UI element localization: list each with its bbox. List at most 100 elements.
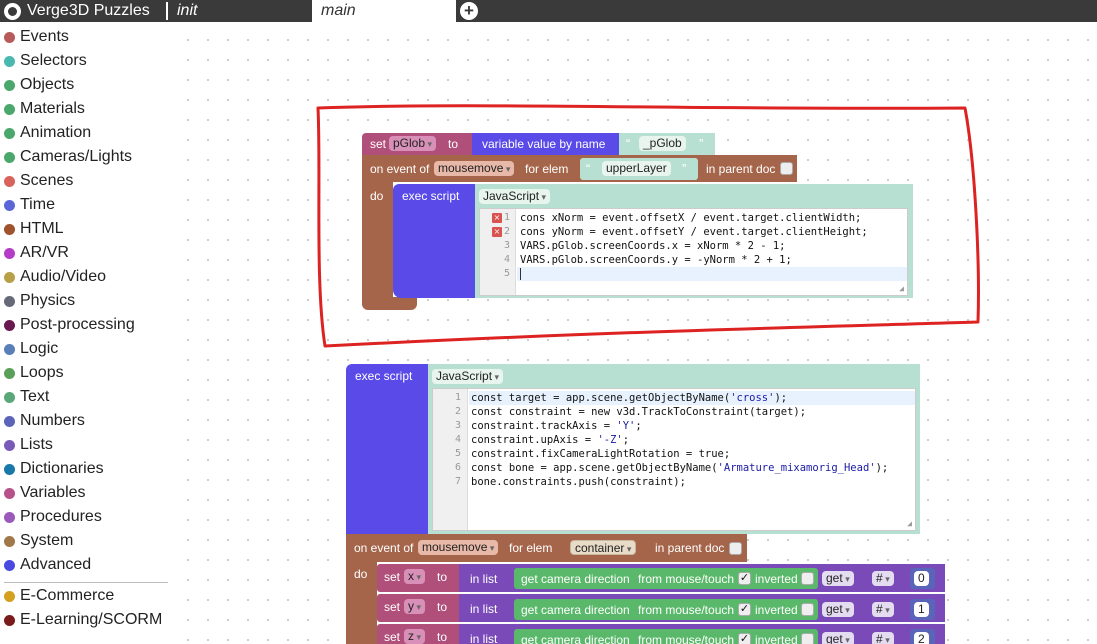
error-icon[interactable]: ×	[491, 213, 502, 223]
extra-checkbox[interactable]	[801, 633, 814, 644]
in-parent-doc-checkbox[interactable]	[780, 162, 793, 175]
category-variables[interactable]: Variables	[4, 482, 86, 504]
code-editor[interactable]: 1 2 3 4 5 6 7 const target = app.scene.g…	[432, 388, 916, 531]
event-dropdown[interactable]: mousemove	[418, 540, 499, 555]
code-line: constraint.upAxis = '-Z';	[471, 433, 629, 447]
get-mode-dropdown[interactable]: get	[822, 632, 854, 644]
variable-dropdown[interactable]: y	[404, 599, 426, 614]
event-dropdown[interactable]: mousemove	[434, 161, 515, 176]
index-mode-dropdown[interactable]: #	[872, 571, 894, 586]
variable-value-by-name-block[interactable]: variable value by name	[472, 133, 619, 155]
category-materials[interactable]: Materials	[4, 98, 85, 120]
category-html[interactable]: HTML	[4, 218, 64, 240]
set-variable-block[interactable]: set pGlob to	[362, 133, 472, 155]
index-number-field[interactable]: 1	[914, 602, 929, 617]
exec-script-block[interactable]: exec script	[346, 364, 428, 534]
number-block[interactable]: 2	[910, 629, 935, 644]
number-block[interactable]: 1	[910, 599, 935, 620]
get-camera-direction-block[interactable]: get camera direction from mouse/touch ✓ …	[514, 599, 818, 620]
set-variable-block[interactable]: set y to	[377, 594, 459, 622]
extra-checkbox[interactable]	[801, 572, 814, 585]
category-system[interactable]: System	[4, 530, 73, 552]
code-string: '-Z'	[597, 434, 623, 446]
on-event-block[interactable]: on event of mousemove for elem container…	[346, 534, 747, 562]
tab-init[interactable]: init	[168, 0, 312, 22]
set-variable-block[interactable]: set z to	[377, 624, 459, 644]
element-name-field[interactable]: upperLayer	[602, 161, 671, 176]
line-number: 4	[503, 254, 510, 265]
resize-handle-icon[interactable]: ◢	[899, 284, 904, 293]
category-advanced[interactable]: Advanced	[4, 554, 91, 576]
index-number-field[interactable]: 0	[914, 571, 929, 586]
inverted-checkbox[interactable]: ✓	[738, 572, 751, 585]
element-dropdown[interactable]: container	[570, 540, 637, 555]
category-lists[interactable]: Lists	[4, 434, 53, 456]
category-cameras-lights[interactable]: Cameras/Lights	[4, 146, 132, 168]
category-e-learning-scorm[interactable]: E-Learning/SCORM	[4, 609, 162, 631]
variable-dropdown[interactable]: x	[404, 569, 426, 584]
in-parent-doc-checkbox[interactable]	[729, 542, 742, 555]
extra-checkbox[interactable]	[801, 603, 814, 616]
category-text[interactable]: Text	[4, 386, 49, 408]
set-label: set	[370, 137, 387, 151]
language-dropdown[interactable]: JavaScript	[479, 189, 551, 204]
code-text: const target = app.scene.getObjectByName…	[471, 392, 731, 404]
category-audio-video[interactable]: Audio/Video	[4, 266, 106, 288]
get-mode-dropdown[interactable]: get	[822, 571, 854, 586]
puzzle-workspace[interactable]: set pGlob to variable value by name “ _p…	[175, 22, 1097, 644]
category-events[interactable]: Events	[4, 26, 69, 48]
category-numbers[interactable]: Numbers	[4, 410, 85, 432]
code-line: constraint.fixCameraLightRotation = true…	[471, 447, 730, 461]
error-icon[interactable]: ×	[491, 227, 502, 237]
variable-dropdown[interactable]: z	[404, 629, 426, 644]
tab-main[interactable]: main	[312, 0, 456, 22]
category-label: System	[20, 532, 74, 549]
variable-dropdown[interactable]: pGlob	[389, 136, 437, 151]
from-mouse-touch-label: from mouse/touch	[638, 633, 735, 644]
to-label: to	[437, 630, 448, 644]
category-label: HTML	[20, 220, 64, 237]
resize-handle-icon[interactable]: ◢	[907, 519, 912, 528]
category-label: Scenes	[20, 172, 74, 189]
get-mode-dropdown[interactable]: get	[822, 602, 854, 617]
code-text: const bone = app.scene.getObjectByName(	[471, 462, 718, 474]
category-e-commerce[interactable]: E-Commerce	[4, 585, 114, 607]
category-scenes[interactable]: Scenes	[4, 170, 73, 192]
index-mode-dropdown[interactable]: #	[872, 602, 894, 617]
category-physics[interactable]: Physics	[4, 290, 75, 312]
add-tab-button[interactable]: +	[460, 2, 478, 20]
language-dropdown[interactable]: JavaScript	[432, 369, 504, 384]
variable-name-field[interactable]: _pGlob	[639, 136, 686, 151]
number-block[interactable]: 0	[910, 568, 935, 589]
category-label: Materials	[20, 100, 85, 117]
inverted-checkbox[interactable]: ✓	[738, 603, 751, 616]
code-text: );	[875, 462, 889, 474]
index-mode-dropdown[interactable]: #	[872, 632, 894, 644]
code-line: constraint.trackAxis = 'Y';	[471, 419, 642, 433]
get-camera-direction-block[interactable]: get camera direction from mouse/touch ✓ …	[514, 568, 818, 589]
category-procedures[interactable]: Procedures	[4, 506, 102, 528]
category-animation[interactable]: Animation	[4, 122, 91, 144]
category-time[interactable]: Time	[4, 194, 55, 216]
category-objects[interactable]: Objects	[4, 74, 74, 96]
inverted-checkbox[interactable]: ✓	[738, 633, 751, 644]
set-variable-block[interactable]: set x to	[377, 564, 459, 592]
exec-script-block[interactable]: exec script	[393, 184, 475, 298]
code-line: VARS.pGlob.screenCoords.x = xNorm * 2 - …	[520, 240, 786, 252]
get-camera-direction-block[interactable]: get camera direction from mouse/touch ✓ …	[514, 629, 818, 644]
category-ar-vr[interactable]: AR/VR	[4, 242, 69, 264]
category-selectors[interactable]: Selectors	[4, 50, 87, 72]
text-string-block[interactable]: “ _pGlob ”	[619, 133, 715, 155]
on-event-label: on event of	[354, 541, 414, 555]
category-loops[interactable]: Loops	[4, 362, 64, 384]
category-post-processing[interactable]: Post-processing	[4, 314, 135, 336]
category-logic[interactable]: Logic	[4, 338, 58, 360]
category-dictionaries[interactable]: Dictionaries	[4, 458, 104, 480]
in-parent-doc-label: in parent doc	[655, 541, 725, 555]
code-editor[interactable]: × 1 × 2 3 4 5 cons xNorm = event.offsetX /…	[479, 208, 908, 296]
set-label: set	[384, 570, 401, 584]
element-string-block[interactable]: “ upperLayer ”	[580, 158, 698, 180]
category-dot-icon	[4, 199, 15, 211]
get-camera-direction-label: get camera direction	[521, 572, 630, 586]
index-number-field[interactable]: 2	[914, 632, 929, 644]
